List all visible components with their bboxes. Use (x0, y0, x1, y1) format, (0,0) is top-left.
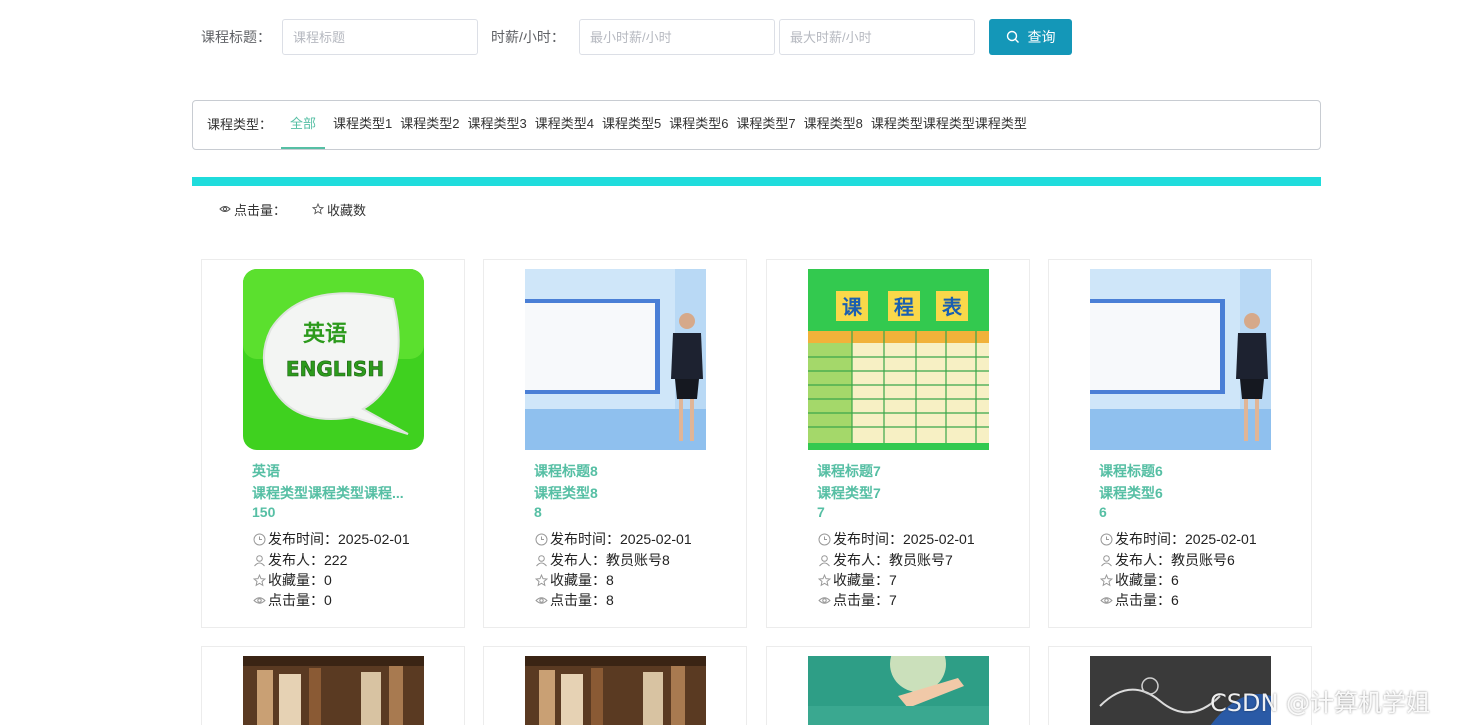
course-card[interactable] (201, 646, 465, 725)
publish-time: 发布时间： 2025-02-01 (818, 529, 975, 549)
course-image-classroom (808, 656, 989, 725)
course-title[interactable]: 课程标题8 (534, 461, 598, 481)
publish-time: 发布时间： 2025-02-01 (1100, 529, 1257, 549)
course-type-label: 课程类型： (207, 117, 273, 132)
course-type: 课程类型7 (817, 485, 881, 501)
favorite-count: 收藏量： 7 (818, 570, 897, 590)
course-price: 6 (1099, 504, 1107, 520)
publisher: 发布人： 教员账号8 (535, 550, 670, 570)
favorite-count: 收藏量： 6 (1100, 570, 1179, 590)
course-image-bookshelf (525, 656, 706, 725)
title-search-label: 课程标题： (201, 29, 271, 45)
eye-icon (1100, 596, 1113, 604)
publisher: 发布人： 222 (253, 550, 347, 570)
search-icon (1006, 30, 1019, 43)
search-button[interactable]: 查询 (989, 19, 1072, 55)
type-item-5[interactable]: 课程类型5 (598, 101, 665, 149)
publisher: 发布人： 教员账号7 (818, 550, 953, 570)
course-image-teacher (525, 269, 706, 450)
svg-text:英语: 英语 (303, 322, 347, 347)
eye-icon (818, 596, 831, 604)
course-title[interactable]: 课程标题6 (1099, 461, 1163, 481)
course-price: 8 (534, 504, 542, 520)
course-image-english: 英语 ENGLISH (243, 269, 424, 450)
favorite-count: 收藏量： 8 (535, 570, 614, 590)
max-wage-input[interactable] (779, 19, 975, 55)
star-icon (1100, 573, 1113, 586)
type-item-9[interactable]: 课程类型课程类型课程类型 (867, 101, 1031, 149)
type-item-6[interactable]: 课程类型6 (665, 101, 732, 149)
sort-by-favorites[interactable]: 收藏数 (312, 200, 366, 218)
click-count: 点击量： 7 (818, 590, 897, 610)
min-wage-input[interactable] (579, 19, 775, 55)
search-bar: 课程标题： 时薪/小时： 查询 (0, 19, 1466, 55)
publisher: 发布人： 教员账号6 (1100, 550, 1235, 570)
eye-icon (535, 596, 548, 604)
type-item-2[interactable]: 课程类型2 (396, 101, 463, 149)
course-title[interactable]: 英语 (252, 461, 280, 481)
csdn-watermark: CSDN @计算机学姐 (1210, 689, 1431, 717)
course-type-list: 全部 课程类型1 课程类型2 课程类型3 课程类型4 课程类型5 课程类型6 课… (281, 101, 1031, 149)
course-type-filter: 课程类型： 全部 课程类型1 课程类型2 课程类型3 课程类型4 课程类型5 课… (192, 100, 1321, 150)
course-title[interactable]: 课程标题7 (817, 461, 881, 481)
course-card[interactable]: 英语 ENGLISH 英语 课程类型课程类型课程... 150 发布时间： 202… (201, 259, 465, 628)
clock-icon (818, 533, 831, 545)
type-item-7[interactable]: 课程类型7 (732, 101, 799, 149)
course-card[interactable] (483, 646, 747, 725)
clock-icon (253, 533, 266, 545)
wage-label: 时薪/小时： (491, 29, 565, 45)
star-icon (535, 573, 548, 586)
course-type: 课程类型8 (534, 485, 598, 501)
publish-time: 发布时间： 2025-02-01 (253, 529, 410, 549)
favorite-count: 收藏量： 0 (253, 570, 332, 590)
course-card[interactable]: 课 程 表 课程标题7 课程类型7 7 发布时间： 2025-02-01 发布人：… (766, 259, 1030, 628)
course-card[interactable]: 课程标题8 课程类型8 8 发布时间： 2025-02-01 发布人： 教员账号8 … (483, 259, 747, 628)
course-type: 课程类型课程类型课程... (252, 485, 404, 501)
user-icon (819, 554, 830, 566)
type-item-4[interactable]: 课程类型4 (531, 101, 598, 149)
sort-favorites-label: 收藏数 (327, 202, 367, 218)
type-item-1[interactable]: 课程类型1 (329, 101, 396, 149)
course-price: 7 (817, 504, 825, 520)
course-image-timetable: 课 程 表 (808, 269, 989, 450)
course-card[interactable]: 课程标题6 课程类型6 6 发布时间： 2025-02-01 发布人： 教员账号6 … (1048, 259, 1312, 628)
clock-icon (535, 533, 548, 545)
type-item-3[interactable]: 课程类型3 (463, 101, 530, 149)
click-count: 点击量： 6 (1100, 590, 1179, 610)
star-icon (253, 573, 266, 586)
svg-text:课: 课 (842, 295, 863, 319)
course-price: 150 (252, 504, 276, 520)
click-count: 点击量： 8 (535, 590, 614, 610)
course-card[interactable] (766, 646, 1030, 725)
star-icon (818, 573, 831, 586)
sort-clicks-label: 点击量： (234, 202, 287, 218)
type-item-8[interactable]: 课程类型8 (800, 101, 867, 149)
sort-options: 点击量： 收藏数 (219, 200, 366, 218)
user-icon (1101, 554, 1112, 566)
publish-time: 发布时间： 2025-02-01 (535, 529, 692, 549)
click-count: 点击量： 0 (253, 590, 332, 610)
course-image-bookshelf (243, 656, 424, 725)
svg-text:程: 程 (894, 295, 914, 319)
eye-icon (219, 206, 231, 212)
type-item-all[interactable]: 全部 (281, 101, 326, 149)
course-type: 课程类型6 (1099, 485, 1163, 501)
course-image-teacher (1090, 269, 1271, 450)
user-icon (536, 554, 547, 566)
search-button-label: 查询 (1027, 29, 1056, 45)
eye-icon (253, 596, 266, 604)
user-icon (254, 554, 265, 566)
sort-by-clicks[interactable]: 点击量： (219, 200, 286, 218)
svg-text:ENGLISH: ENGLISH (286, 357, 384, 381)
clock-icon (1100, 533, 1113, 545)
svg-text:表: 表 (942, 295, 963, 319)
divider-bar (192, 177, 1321, 186)
title-search-input[interactable] (282, 19, 478, 55)
star-icon (312, 203, 325, 215)
